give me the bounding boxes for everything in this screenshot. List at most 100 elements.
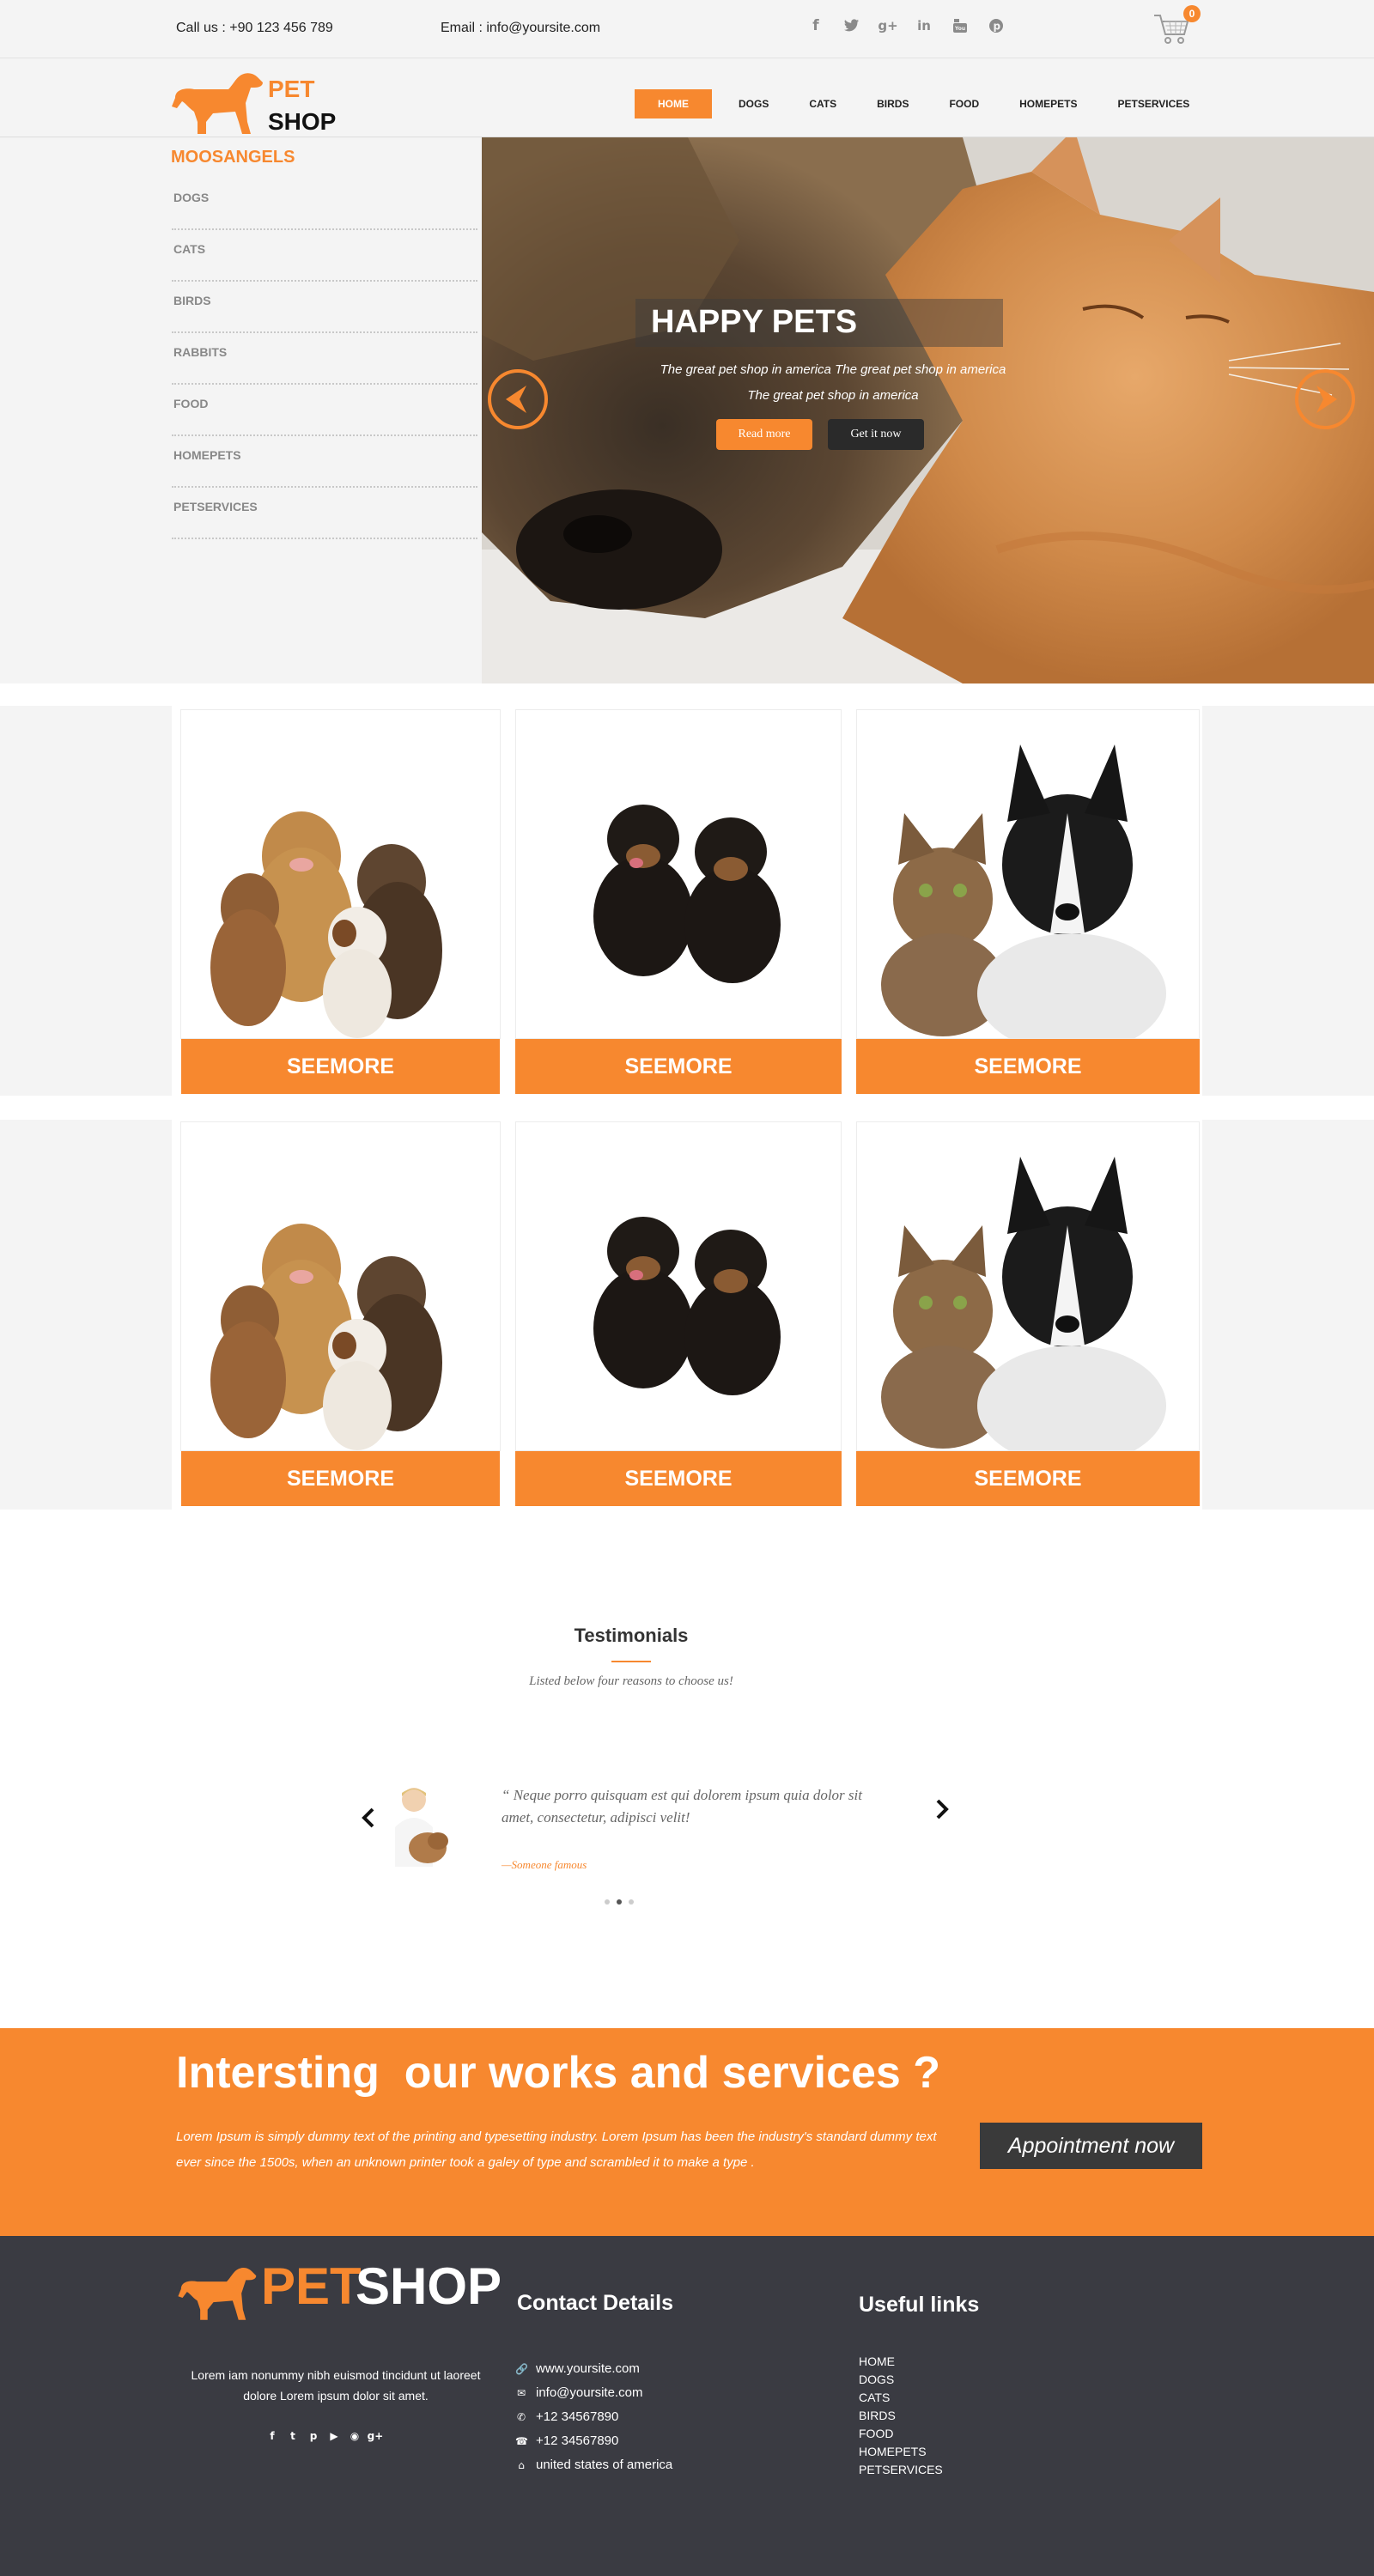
contact-email-text: info@yoursite.com [536, 2385, 643, 2400]
link-icon: 🔗 [515, 2362, 528, 2375]
pinterest-icon[interactable]: p [988, 17, 1005, 34]
footer-social-links: f t p ▶ ◉ g+ [266, 2430, 384, 2442]
sidebar-item-petservices[interactable]: PETSERVICES [172, 488, 477, 539]
testimonial-author: —Someone famous [502, 1858, 587, 1871]
logo-shop-text[interactable]: SHOP [268, 108, 336, 136]
product-card-puppies[interactable] [515, 1121, 842, 1451]
seemore-button[interactable]: SEEMORE [181, 1039, 500, 1094]
footer-logo-dog-icon [175, 2262, 258, 2328]
contact-phone[interactable]: ✆ +12 34567890 [515, 2409, 618, 2424]
call-label: Call us : [176, 21, 226, 35]
pagination-dot[interactable] [605, 1899, 610, 1905]
footer-about-text: Lorem iam nonummy nibh euismod tincidunt… [191, 2368, 481, 2403]
footer-logo-shop: SHOP [356, 2257, 502, 2315]
testimonial-next-button[interactable] [933, 1798, 951, 1825]
seemore-button[interactable]: SEEMORE [515, 1039, 842, 1094]
nav-cats[interactable]: CATS [797, 89, 848, 118]
nav-birds[interactable]: BIRDS [865, 89, 921, 118]
contact-website[interactable]: 🔗 www.yoursite.com [515, 2361, 640, 2376]
envelope-icon: ✉ [516, 2386, 526, 2399]
seemore-button[interactable]: SEEMORE [181, 1451, 500, 1506]
pinterest-icon[interactable]: p [307, 2430, 319, 2442]
nav-food[interactable]: FOOD [937, 89, 991, 118]
nav-dogs[interactable]: DOGS [727, 89, 781, 118]
read-more-button[interactable]: Read more [716, 419, 812, 450]
sidebar-item-label: DOGS [173, 191, 210, 204]
seemore-button[interactable]: SEEMORE [856, 1039, 1200, 1094]
pagination-dot-active[interactable] [617, 1899, 622, 1905]
services-band-text: Lorem Ipsum is simply dummy text of the … [176, 2129, 937, 2170]
get-it-now-button[interactable]: Get it now [828, 419, 924, 450]
slider-next-button[interactable] [1295, 369, 1355, 429]
chevron-left-icon [362, 1807, 374, 1828]
product-card-puppies[interactable] [515, 709, 842, 1039]
product-card-cat-and-dog[interactable] [856, 709, 1200, 1054]
main-nav: HOME DOGS CATS BIRDS FOOD HOMEPETS PETSE… [635, 89, 1201, 118]
contact-address: ⌂ united states of america [515, 2458, 672, 2472]
github-icon[interactable]: ◉ [349, 2430, 361, 2442]
google-plus-icon[interactable]: g+ [368, 2430, 384, 2442]
email-value[interactable]: info@yoursite.com [486, 21, 600, 35]
sidebar-item-birds[interactable]: BIRDS [172, 282, 477, 333]
footer-link-birds[interactable]: BIRDS [859, 2409, 896, 2422]
facebook-icon[interactable]: f [807, 17, 824, 34]
footer-link-cats[interactable]: CATS [859, 2391, 890, 2404]
hero-slider [482, 137, 1374, 683]
sidebar-item-label: HOMEPETS [173, 448, 241, 462]
contact-address-text: united states of america [536, 2458, 673, 2472]
testimonial-prev-button[interactable] [359, 1807, 378, 1833]
call-value[interactable]: +90 123 456 789 [229, 21, 333, 35]
contact-website-text: www.yoursite.com [536, 2361, 640, 2376]
footer-link-homepets[interactable]: HOMEPETS [859, 2445, 927, 2458]
youtube-icon[interactable]: ▶ [328, 2430, 340, 2442]
footer-link-petservices[interactable]: PETSERVICES [859, 2463, 943, 2476]
home-icon: ⌂ [518, 2458, 525, 2471]
twitter-icon[interactable] [843, 17, 860, 34]
facebook-icon[interactable]: f [266, 2430, 278, 2442]
twitter-icon[interactable]: t [287, 2430, 299, 2442]
footer-link-home[interactable]: HOME [859, 2354, 895, 2368]
contact-fax[interactable]: ☎ +12 34567890 [515, 2433, 618, 2448]
slider-title: HAPPY PETS [651, 304, 858, 340]
arrow-left-icon [506, 386, 526, 413]
hero-image [482, 137, 1374, 683]
product-image [881, 744, 1166, 1054]
sidebar-item-label: PETSERVICES [173, 500, 258, 513]
contact-email[interactable]: ✉ info@yoursite.com [515, 2385, 642, 2400]
sidebar-item-food[interactable]: FOOD [172, 385, 477, 436]
product-image [210, 1224, 442, 1450]
seemore-button[interactable]: SEEMORE [515, 1451, 842, 1506]
footer-link-food[interactable]: FOOD [859, 2427, 893, 2440]
appointment-button[interactable]: Appointment now [980, 2123, 1202, 2169]
product-image [593, 805, 781, 983]
product-image [210, 811, 442, 1038]
testimonials-subtitle: Listed below four reasons to choose us! [529, 1674, 733, 1688]
sidebar-item-label: CATS [173, 242, 206, 256]
linkedin-icon[interactable]: in [915, 17, 933, 34]
email-label: Email : [441, 21, 483, 35]
product-card-dogs-group[interactable] [180, 1121, 501, 1451]
sidebar-item-rabbits[interactable]: RABBITS [172, 333, 477, 385]
product-card-cat-and-dog[interactable] [856, 1121, 1200, 1466]
pagination-dot[interactable] [629, 1899, 634, 1905]
testimonial-avatar [388, 1784, 455, 1874]
sidebar-item-label: BIRDS [173, 294, 211, 307]
slider-text-line1: The great pet shop in america The great … [660, 362, 1006, 377]
sidebar-item-homepets[interactable]: HOMEPETS [172, 436, 477, 488]
seemore-button[interactable]: SEEMORE [856, 1451, 1200, 1506]
logo-pet-text[interactable]: PET [268, 76, 314, 103]
product-card-dogs-group[interactable] [180, 709, 501, 1039]
sidebar-item-cats[interactable]: CATS [172, 230, 477, 282]
sidebar-item-dogs[interactable]: DOGS [172, 179, 477, 230]
sidebar-item-label: RABBITS [173, 345, 228, 359]
slider-prev-button[interactable] [488, 369, 548, 429]
nav-petservices[interactable]: PETSERVICES [1105, 89, 1201, 118]
svg-text:You: You [954, 26, 965, 32]
nav-homepets[interactable]: HOMEPETS [1007, 89, 1089, 118]
logo-dog-icon[interactable] [168, 69, 264, 140]
google-plus-icon[interactable]: g+ [878, 17, 897, 34]
nav-home[interactable]: HOME [635, 89, 712, 118]
youtube-icon[interactable]: You [951, 17, 969, 34]
phone-icon: ✆ [516, 2410, 526, 2423]
footer-link-dogs[interactable]: DOGS [859, 2372, 894, 2386]
